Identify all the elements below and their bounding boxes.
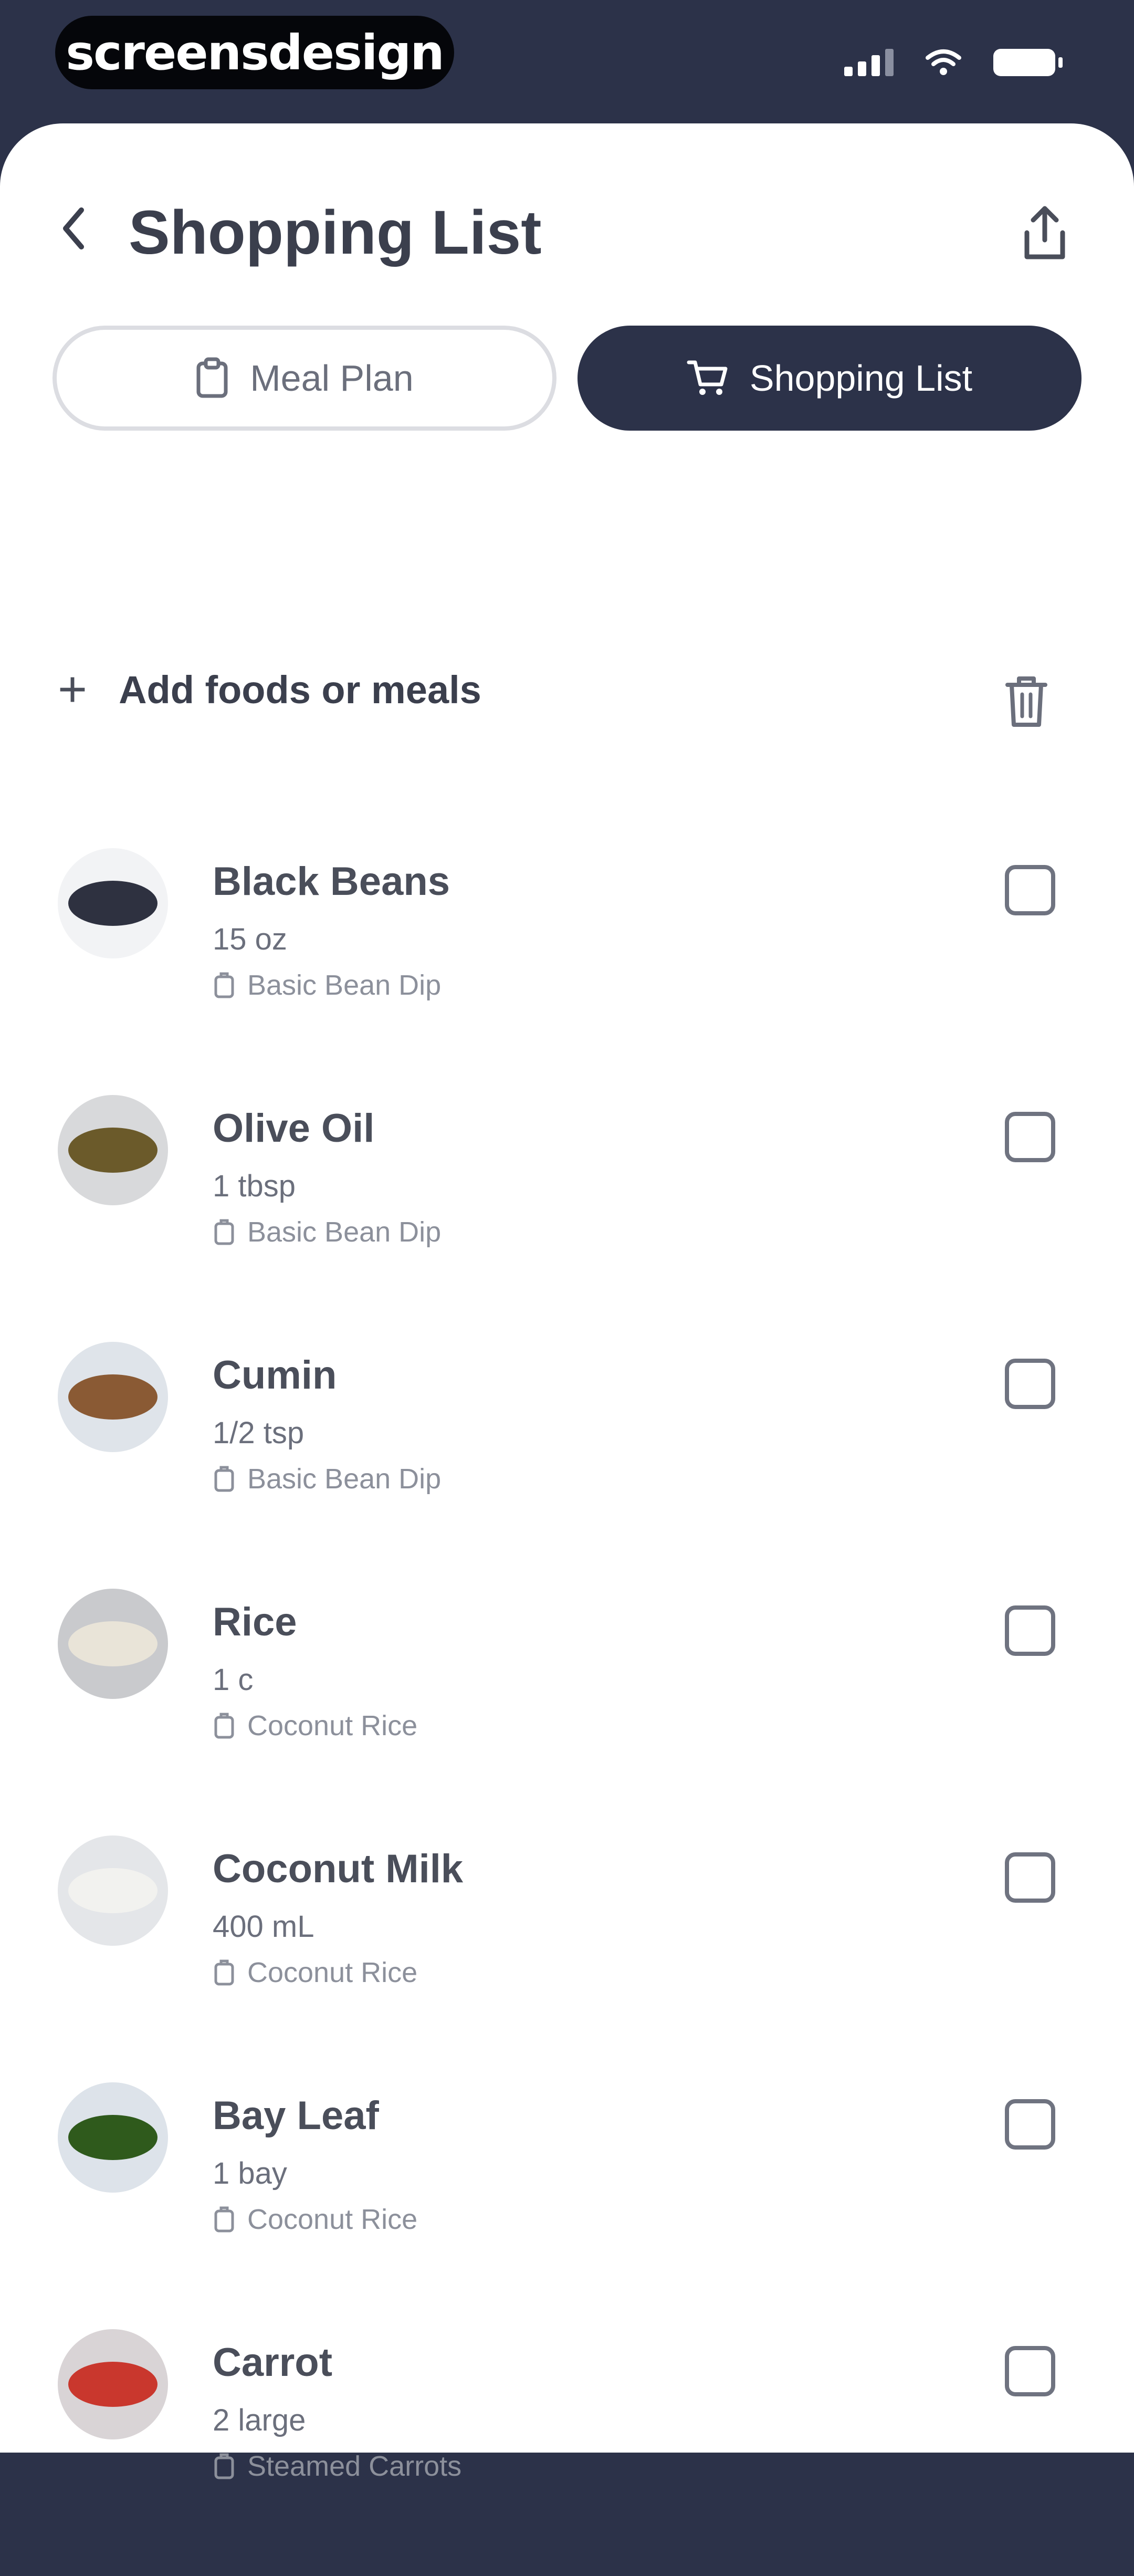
tab-meal-plan-label: Meal Plan [250,358,414,399]
item-name: Black Beans [213,859,450,904]
item-checkbox[interactable] [1005,1605,1055,1656]
chevron-left-icon [63,207,84,249]
brand-text: screensdesign [66,24,445,81]
item-name: Rice [213,1600,297,1644]
food-thumbnail [58,1589,168,1699]
trash-icon [1005,676,1047,727]
plus-icon: + [58,661,88,717]
item-recipe: Basic Bean Dip [213,1463,441,1495]
item-checkbox[interactable] [1005,2099,1055,2150]
shopping-list-sheet: Shopping List Meal Plan Shopping List + … [0,123,1134,2482]
item-quantity: 2 large [213,2403,306,2437]
shopping-item: Bay Leaf 1 bay Coconut Rice [0,2082,1134,2329]
item-quantity: 1/2 tsp [213,1416,304,1450]
wifi-icon [926,49,961,75]
shopping-item: Cumin 1/2 tsp Basic Bean Dip [0,1342,1134,1589]
recipe-icon [214,1466,234,1492]
food-image [68,881,158,926]
food-image [68,1868,158,1913]
item-quantity: 1 bay [213,2156,287,2191]
item-name: Coconut Milk [213,1847,464,1891]
item-checkbox[interactable] [1005,1112,1055,1162]
food-thumbnail [58,2082,168,2193]
recipe-icon [214,1959,234,1986]
signal-icon [844,49,894,76]
item-checkbox[interactable] [1005,865,1055,915]
page-title: Shopping List [129,198,542,267]
add-foods-label: Add foods or meals [119,668,481,712]
item-quantity: 1 c [213,1663,254,1697]
food-thumbnail [58,1342,168,1452]
shopping-item: Rice 1 c Coconut Rice [0,1589,1134,1835]
item-name: Bay Leaf [213,2093,379,2138]
item-recipe-name: Basic Bean Dip [247,1216,442,1248]
item-recipe-name: Basic Bean Dip [247,1463,442,1495]
item-quantity: 400 mL [213,1910,314,1944]
shopping-item: Coconut Milk 400 mL Coconut Rice [0,1835,1134,2082]
food-image [68,1128,158,1173]
back-button[interactable] [52,202,94,255]
food-image [68,1621,158,1666]
item-recipe-name: Coconut Rice [247,1710,418,1741]
share-button[interactable] [1018,202,1071,265]
food-thumbnail [58,2329,168,2439]
food-image [68,1374,158,1420]
item-quantity: 1 tbsp [213,1169,296,1203]
item-recipe-name: Steamed Carrots [247,2450,462,2482]
cart-icon [687,360,728,395]
shopping-items-list: Black Beans 15 oz Basic Bean Dip Olive O… [0,848,1134,2576]
tab-shopping-list[interactable]: Shopping List [578,326,1082,431]
item-recipe: Coconut Rice [213,2203,417,2236]
item-recipe-name: Basic Bean Dip [247,969,442,1001]
item-recipe: Coconut Rice [213,1956,417,1989]
brand-badge: screensdesign [55,16,454,89]
food-image [68,2362,158,2407]
item-checkbox[interactable] [1005,1852,1055,1903]
item-checkbox[interactable] [1005,2346,1055,2396]
battery-icon [993,49,1063,76]
item-recipe: Basic Bean Dip [213,1216,441,1248]
item-recipe-name: Coconut Rice [247,1957,418,1988]
add-foods-button[interactable]: + Add foods or meals [58,664,481,715]
food-thumbnail [58,1095,168,1205]
share-icon [1024,206,1065,259]
recipe-icon [214,2453,234,2479]
item-quantity: 15 oz [213,922,287,956]
recipe-icon [214,1219,234,1245]
item-name: Olive Oil [213,1106,375,1151]
food-thumbnail [58,848,168,958]
shopping-item: Carrot 2 large Steamed Carrots [0,2329,1134,2576]
clipboard-icon [196,357,228,398]
food-image [68,2115,158,2160]
recipe-icon [214,972,234,998]
status-icons [844,48,1063,77]
item-name: Carrot [213,2340,333,2385]
tab-meal-plan[interactable]: Meal Plan [52,326,556,431]
status-bar: screensdesign [0,0,1134,126]
shopping-item: Black Beans 15 oz Basic Bean Dip [0,848,1134,1095]
item-recipe: Basic Bean Dip [213,969,441,1002]
recipe-icon [214,1713,234,1739]
tab-shopping-list-label: Shopping List [749,358,973,399]
item-recipe: Coconut Rice [213,1709,417,1742]
shopping-item: Olive Oil 1 tbsp Basic Bean Dip [0,1095,1134,1342]
item-name: Cumin [213,1353,337,1397]
food-thumbnail [58,1835,168,1946]
item-checkbox[interactable] [1005,1359,1055,1409]
delete-button[interactable] [1000,672,1053,730]
item-recipe: Steamed Carrots [213,2450,461,2483]
recipe-icon [214,2206,234,2233]
top-bar: Shopping List [0,123,1134,344]
item-recipe-name: Coconut Rice [247,2204,418,2235]
